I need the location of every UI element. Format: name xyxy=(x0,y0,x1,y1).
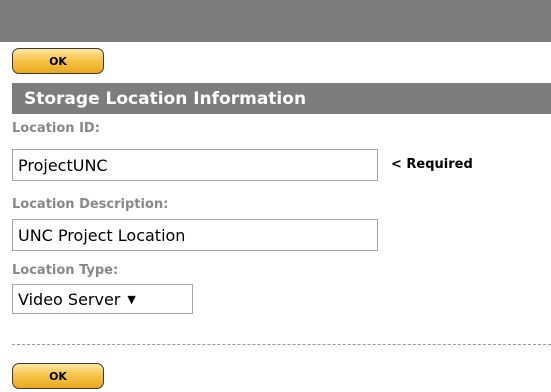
dashed-divider xyxy=(12,344,551,345)
location-type-select[interactable]: Video Server ▼ xyxy=(12,284,193,314)
section-header: Storage Location Information xyxy=(12,83,551,114)
section-title: Storage Location Information xyxy=(24,88,307,109)
location-description-input[interactable] xyxy=(12,219,378,251)
location-type-label: Location Type: xyxy=(12,263,119,278)
location-description-label: Location Description: xyxy=(12,197,169,212)
ok-button-top[interactable]: OK xyxy=(12,48,104,74)
required-note: < Required xyxy=(391,157,473,172)
location-id-label: Location ID: xyxy=(12,121,100,136)
ok-button-bottom[interactable]: OK xyxy=(12,363,104,389)
triangle-down-icon: ▼ xyxy=(127,292,136,306)
top-banner-bar xyxy=(0,0,551,42)
location-id-input[interactable] xyxy=(12,149,378,181)
location-type-value: Video Server xyxy=(18,289,121,309)
